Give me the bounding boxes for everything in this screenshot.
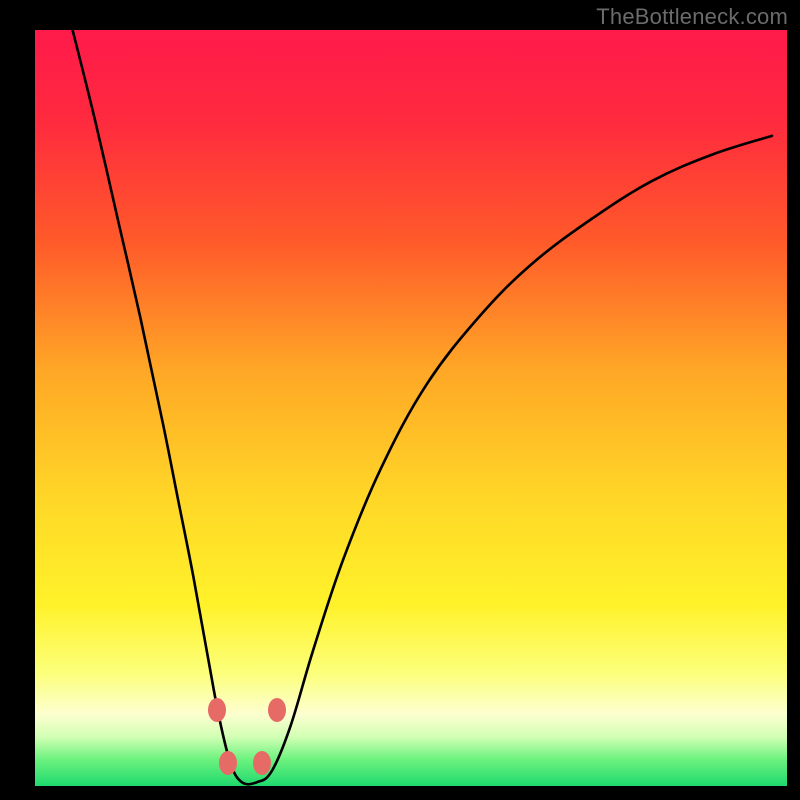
bottleneck-curve	[35, 30, 787, 786]
plot-area	[35, 30, 787, 786]
curve-marker	[208, 698, 226, 722]
watermark-text: TheBottleneck.com	[596, 4, 788, 30]
curve-marker	[268, 698, 286, 722]
curve-marker	[253, 751, 271, 775]
curve-marker	[219, 751, 237, 775]
